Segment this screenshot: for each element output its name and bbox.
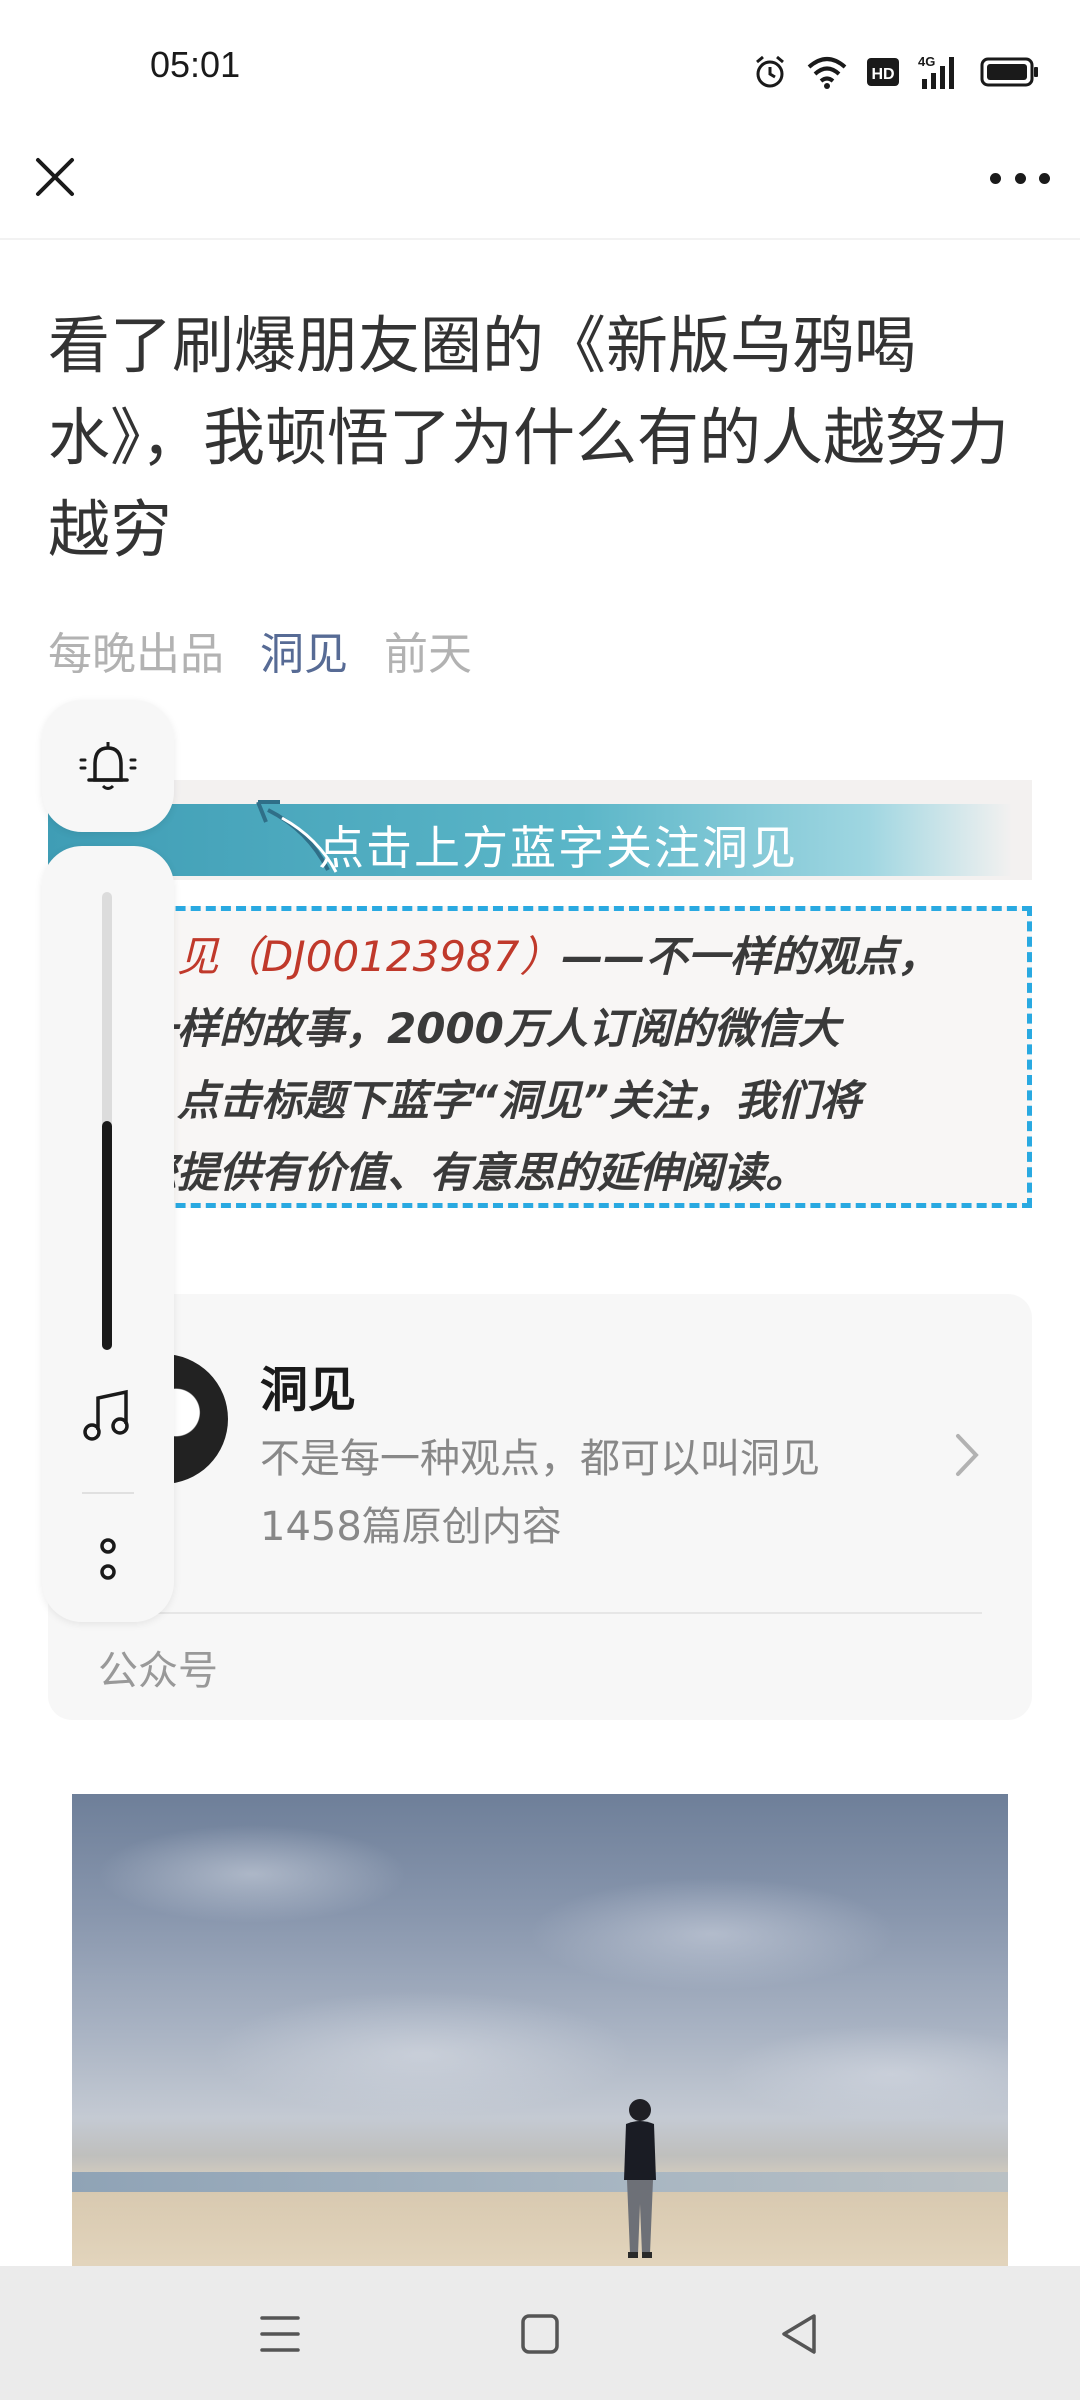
notification-button[interactable] bbox=[42, 700, 174, 832]
article-photo[interactable] bbox=[72, 1794, 1008, 2270]
volume-slider-fill bbox=[102, 1121, 112, 1350]
article-meta: 每晚出品 洞见 前天 bbox=[48, 618, 472, 682]
account-link[interactable]: 洞见 bbox=[260, 618, 348, 682]
chevron-right-icon bbox=[956, 1434, 979, 1476]
music-note-icon[interactable] bbox=[78, 1386, 138, 1446]
panel-divider bbox=[82, 1492, 134, 1494]
system-nav-bar bbox=[0, 2266, 1080, 2400]
media-panel bbox=[42, 846, 174, 1622]
photo-shore bbox=[72, 2192, 1008, 2270]
photo-clouds bbox=[72, 1794, 1008, 2174]
4g-signal-icon: 4G bbox=[918, 54, 954, 89]
menu-icon[interactable] bbox=[250, 2306, 310, 2362]
status-icons: HD 4G bbox=[752, 50, 1040, 94]
intro-line-1: 见（DJ00123987）——不一样的观点， bbox=[177, 921, 1027, 993]
article-date: 前天 bbox=[384, 629, 472, 680]
close-icon[interactable] bbox=[30, 152, 80, 202]
network-label: 4G bbox=[918, 54, 935, 69]
banner-text: 点击上方蓝字关注洞见 bbox=[318, 821, 798, 875]
more-icon[interactable] bbox=[990, 158, 1050, 198]
more-dot bbox=[1039, 172, 1050, 184]
card-divider bbox=[98, 1612, 982, 1614]
vertical-dots-icon[interactable] bbox=[92, 1528, 124, 1592]
bell-icon bbox=[79, 742, 137, 790]
battery-icon bbox=[980, 57, 1038, 87]
status-time: 05:01 bbox=[150, 44, 241, 85]
account-article-count: 1458篇原创内容 bbox=[260, 1504, 562, 1550]
status-bar: 05:01 HD 4G bbox=[0, 0, 1080, 140]
intro-line-2: 一样的故事，2000万人订阅的微信大 bbox=[135, 1004, 840, 1053]
follow-banner: 点击上方蓝字关注洞见 bbox=[48, 780, 1032, 880]
intro-line-1-rest: ——不一样的观点， bbox=[561, 932, 940, 981]
intro-line-3: ，点击标题下蓝字“洞见”关注，我们将 bbox=[135, 1076, 862, 1125]
intro-text: 见（DJ00123987）——不一样的观点， 一样的故事，2000万人订阅的微信… bbox=[135, 921, 1027, 1203]
home-square-icon[interactable] bbox=[510, 2306, 570, 2362]
account-name: 洞见 bbox=[260, 1362, 357, 1418]
hd-icon: HD bbox=[867, 58, 899, 86]
intro-box: 见（DJ00123987）——不一样的观点， 一样的故事，2000万人订阅的微信… bbox=[100, 906, 1032, 1208]
article-author: 每晚出品 bbox=[48, 629, 224, 680]
intro-line-4: 您提供有价值、有意思的延伸阅读。 bbox=[135, 1148, 808, 1197]
account-type-label: 公众号 bbox=[98, 1648, 218, 1694]
volume-slider[interactable] bbox=[102, 892, 112, 1350]
person-figure bbox=[624, 2099, 656, 2258]
more-dot bbox=[1014, 172, 1026, 184]
article-title: 看了刷爆朋友圈的《新版乌鸦喝水》，我顿悟了为什么有的人越努力越穷 bbox=[48, 309, 1010, 566]
account-description: 不是每一种观点，都可以叫洞见 bbox=[260, 1436, 820, 1482]
back-triangle-icon[interactable] bbox=[770, 2306, 830, 2362]
intro-red-text: 见（DJ00123987） bbox=[177, 932, 562, 981]
hd-label: HD bbox=[871, 66, 894, 83]
account-card[interactable]: 洞见 不是每一种观点，都可以叫洞见 1458篇原创内容 公众号 bbox=[48, 1294, 1032, 1720]
wifi-icon bbox=[807, 57, 847, 89]
alarm-icon bbox=[756, 55, 784, 88]
top-bar bbox=[0, 140, 1080, 240]
more-dot bbox=[990, 172, 1001, 184]
